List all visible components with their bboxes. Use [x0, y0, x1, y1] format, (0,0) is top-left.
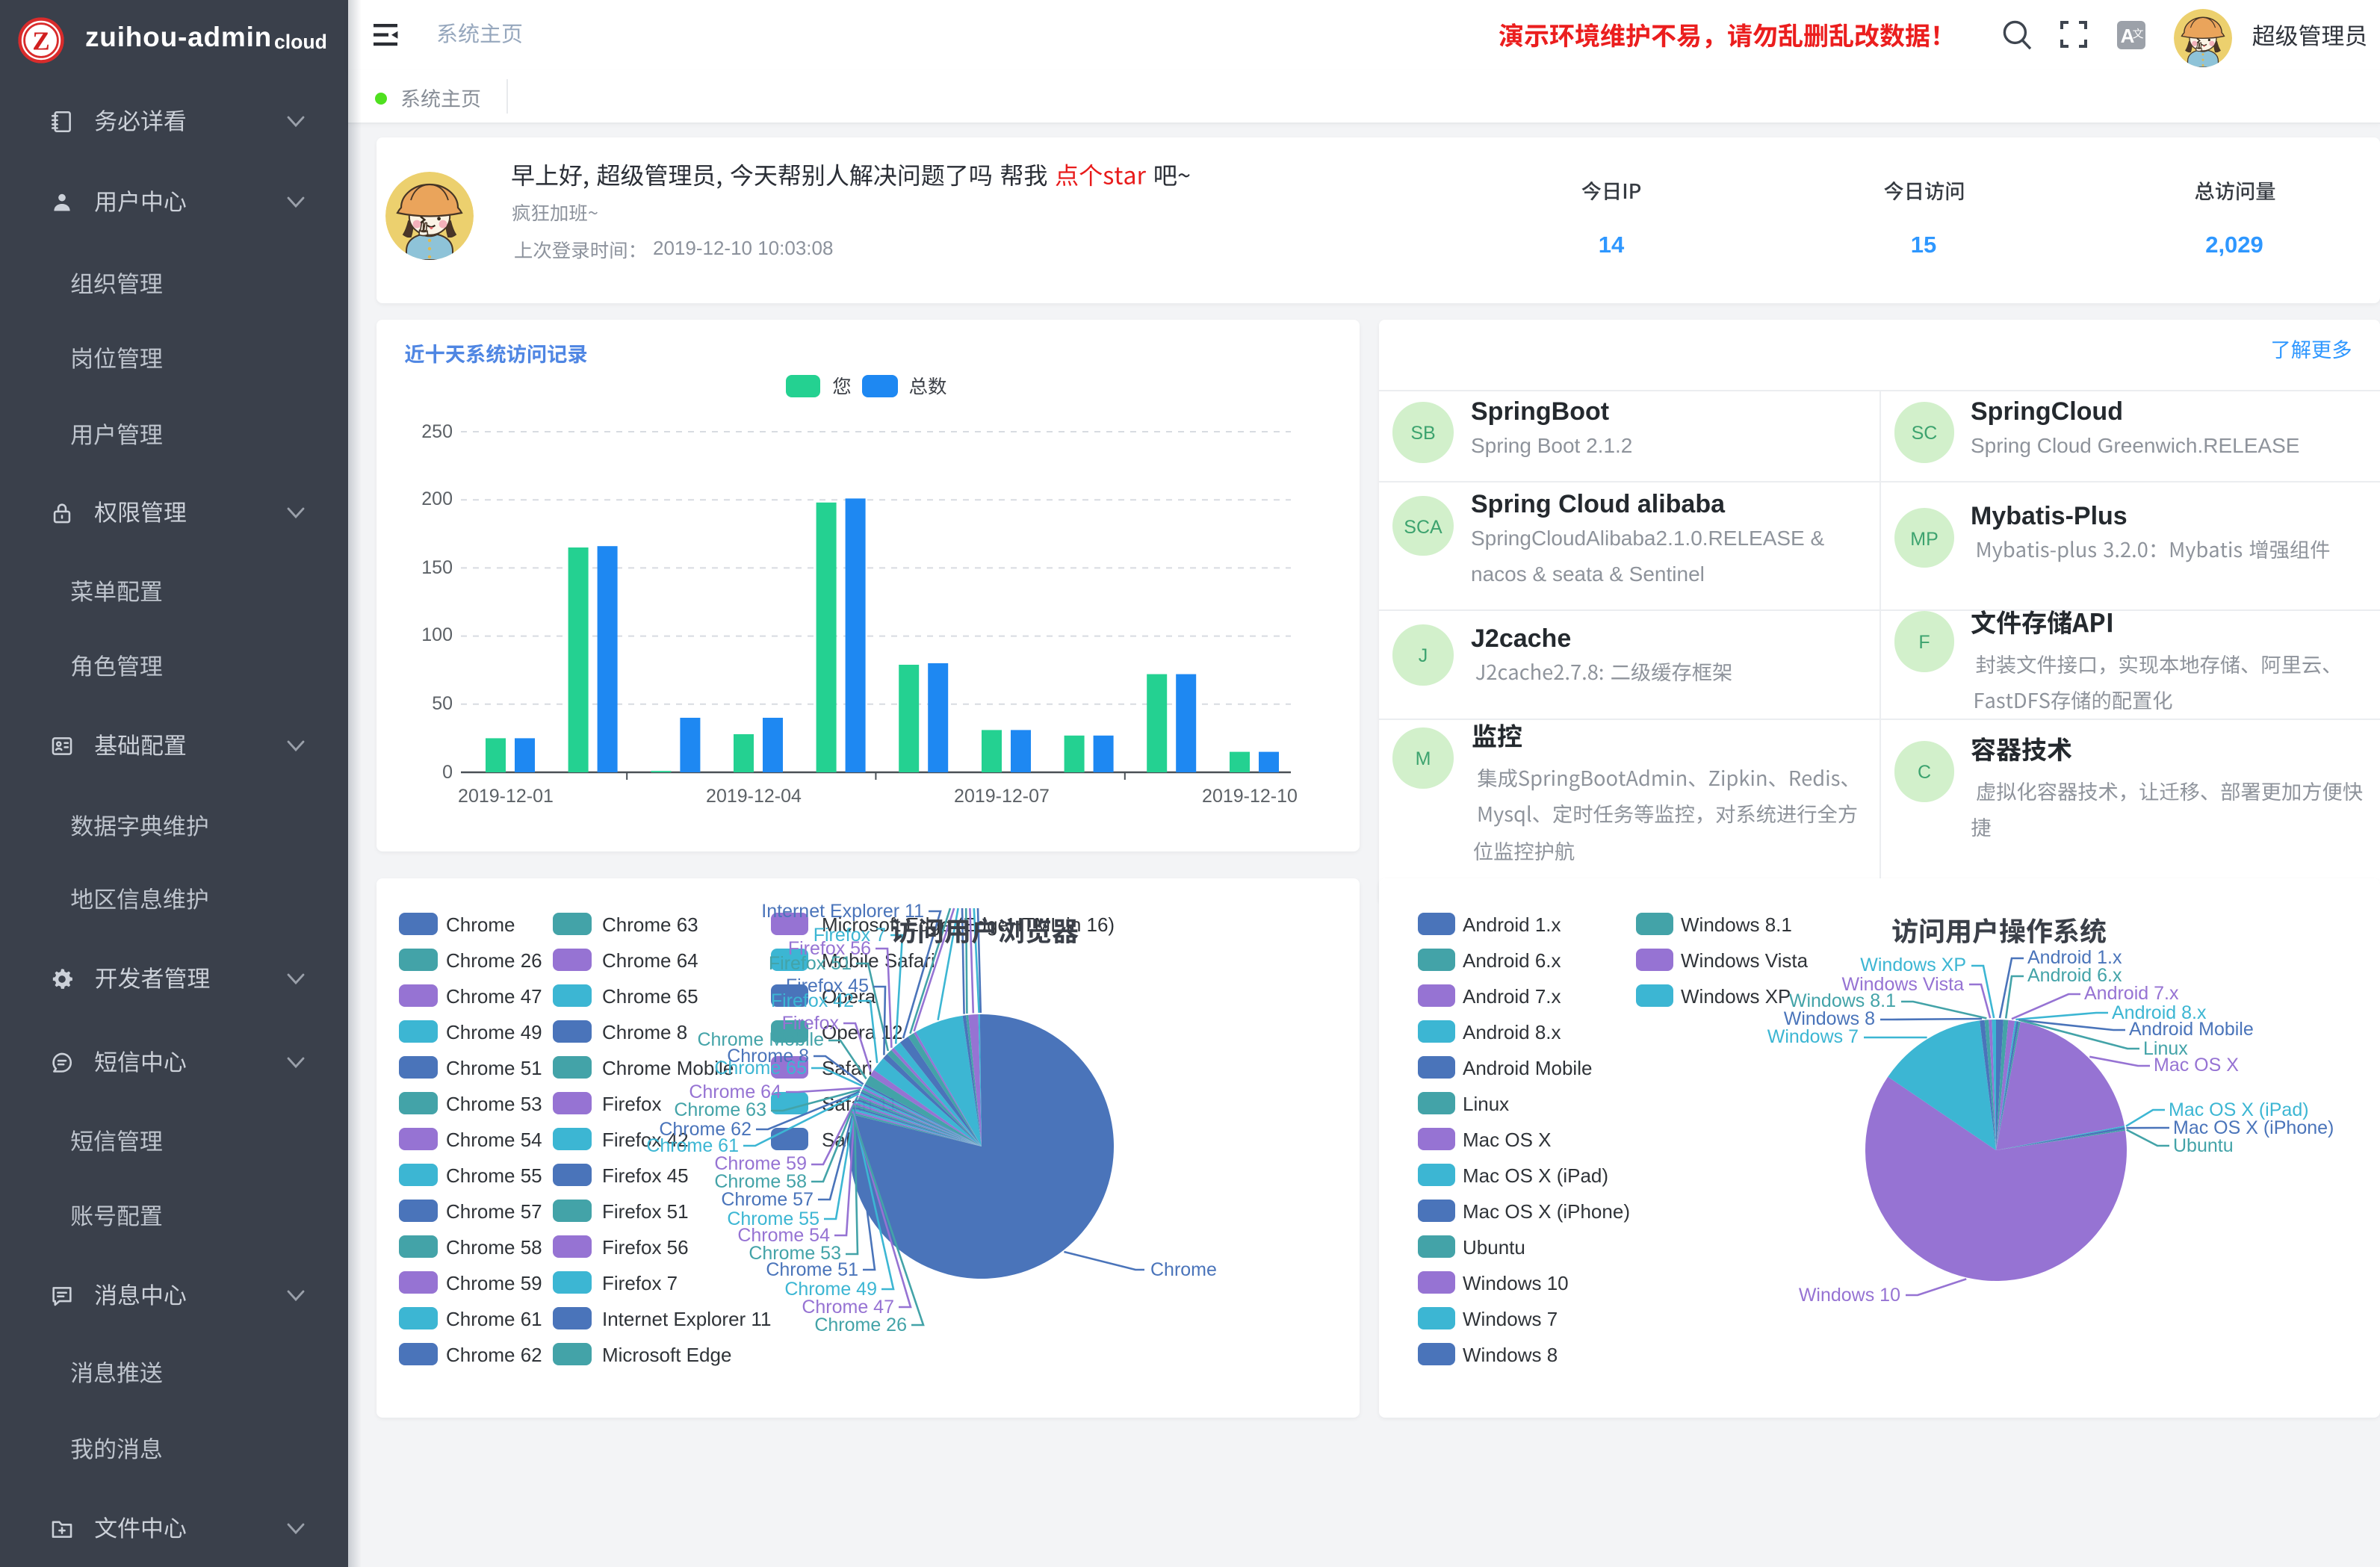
svg-text:Z: Z [32, 26, 49, 55]
svg-text:A: A [2121, 25, 2135, 47]
